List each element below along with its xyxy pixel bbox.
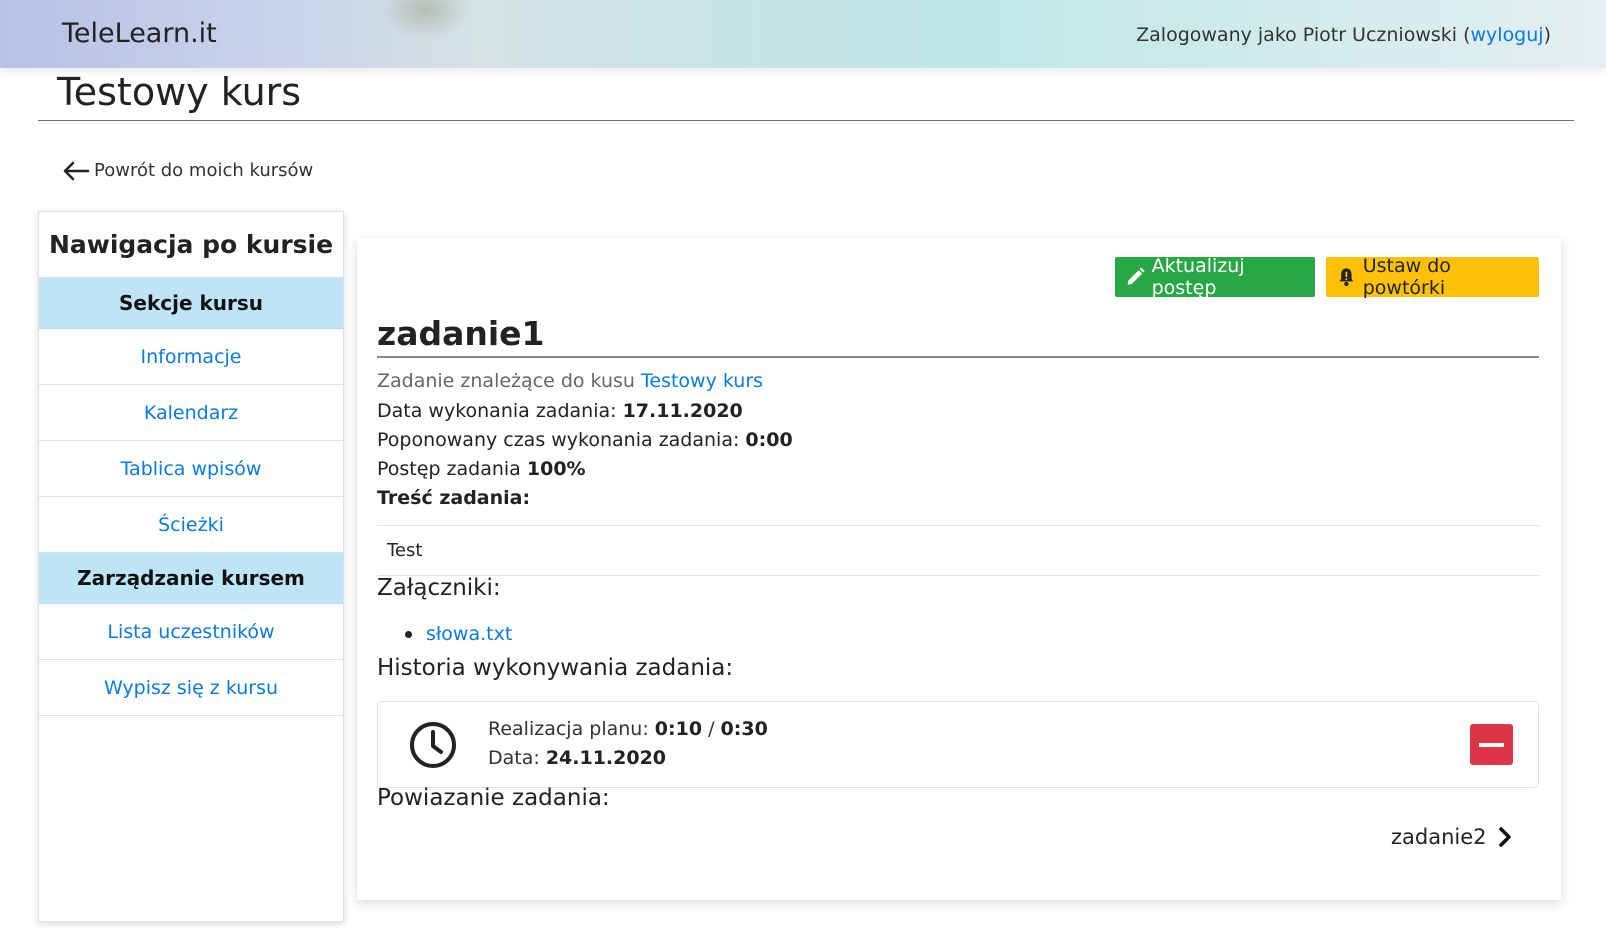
history-plan: Realizacja planu: 0:10 / 0:30 xyxy=(488,718,768,740)
update-progress-button[interactable]: Aktualizuj postęp xyxy=(1115,255,1315,299)
plan-total: 0:30 xyxy=(720,718,768,740)
plan-separator: / xyxy=(702,718,721,740)
course-title: Testowy kurs xyxy=(57,70,302,114)
related-tasks-heading: Powiazanie zadania: xyxy=(377,785,610,811)
sidebar-item-sciezki[interactable]: Ścieżki xyxy=(39,497,343,553)
update-progress-label: Aktualizuj postęp xyxy=(1151,255,1245,299)
progress-value: 100% xyxy=(526,458,586,480)
task-due-date: Data wykonania zadania: 17.11.2020 xyxy=(377,400,743,422)
sidebar-item-tablica-wpisow[interactable]: Tablica wpisów xyxy=(39,441,343,497)
next-task-label: zadanie2 xyxy=(1391,825,1487,849)
task-course-link[interactable]: Testowy kurs xyxy=(641,370,763,392)
logout-link[interactable]: wyloguj xyxy=(1471,24,1544,46)
clock-icon xyxy=(410,722,456,768)
planned-time-label: Poponowany czas wykonania zadania: xyxy=(377,429,746,451)
task-progress: Postęp zadania 100% xyxy=(377,458,586,480)
due-date-value: 17.11.2020 xyxy=(622,400,743,422)
login-info: Zalogowany jako Piotr Uczniowski (wylogu… xyxy=(1136,24,1551,46)
plan-label: Realizacja planu: xyxy=(488,718,655,740)
task-content-box: Test xyxy=(377,525,1539,576)
set-review-label: Ustaw do powtórki xyxy=(1362,255,1451,299)
back-to-courses-link[interactable]: Powrót do moich kursów xyxy=(62,160,313,181)
task-content-label: Treść zadania: xyxy=(377,487,531,509)
task-content-text: Test xyxy=(387,540,423,561)
attachment-item: słowa.txt xyxy=(405,623,512,645)
history-heading: Historia wykonywania zadania: xyxy=(377,655,734,681)
sidebar-item-wypisz-sie[interactable]: Wypisz się z kursu xyxy=(39,660,343,716)
minus-icon xyxy=(1479,742,1504,747)
title-divider xyxy=(38,120,1574,121)
login-text: Zalogowany jako Piotr Uczniowski ( xyxy=(1136,24,1471,46)
sidebar-item-kalendarz[interactable]: Kalendarz xyxy=(39,385,343,441)
brand-logo-text[interactable]: TeleLearn.it xyxy=(62,18,217,49)
task-course-prefix: Zadanie znależące do kusu xyxy=(377,370,641,392)
attachment-link[interactable]: słowa.txt xyxy=(426,623,512,645)
history-date-value: 24.11.2020 xyxy=(545,747,667,769)
planned-time-value: 0:00 xyxy=(745,429,793,451)
progress-label: Postęp zadania xyxy=(377,458,527,480)
sidebar-item-informacje[interactable]: Informacje xyxy=(39,329,343,385)
sidebar-section-course-management: Zarządzanie kursem xyxy=(39,553,343,604)
sidebar-item-lista-uczestnikow[interactable]: Lista uczestników xyxy=(39,604,343,660)
attachments-list: słowa.txt xyxy=(405,623,512,645)
attachments-heading: Załączniki: xyxy=(377,575,501,601)
arrow-left-icon xyxy=(63,161,90,180)
delete-history-button[interactable] xyxy=(1470,724,1513,765)
chevron-right-icon xyxy=(1498,827,1511,847)
task-course-info: Zadanie znależące do kusu Testowy kurs xyxy=(377,370,763,392)
due-date-label: Data wykonania zadania: xyxy=(377,400,623,422)
sidebar-section-course-sections: Sekcje kursu xyxy=(39,278,343,329)
set-review-button[interactable]: Ustaw do powtórki xyxy=(1326,255,1539,299)
top-navbar: TeleLearn.it Zalogowany jako Piotr Uczni… xyxy=(0,0,1606,68)
task-planned-time: Poponowany czas wykonania zadania: 0:00 xyxy=(377,429,793,451)
course-navigation-sidebar: Nawigacja po kursie Sekcje kursu Informa… xyxy=(38,211,344,922)
plan-done: 0:10 xyxy=(654,718,703,740)
history-date: Data: 24.11.2020 xyxy=(488,747,666,769)
task-title: zadanie1 xyxy=(377,314,545,353)
back-link-label: Powrót do moich kursów xyxy=(94,160,314,181)
task-title-divider xyxy=(377,356,1539,358)
history-date-label: Data: xyxy=(488,747,546,769)
login-suffix: ) xyxy=(1543,24,1551,46)
history-entry: Realizacja planu: 0:10 / 0:30 Data: 24.1… xyxy=(377,701,1539,788)
task-details-card: Aktualizuj postęp Ustaw do powtórki zada… xyxy=(357,238,1561,900)
bell-icon xyxy=(1339,268,1354,287)
pencil-icon xyxy=(1127,267,1145,285)
sidebar-title: Nawigacja po kursie xyxy=(39,212,343,278)
next-task-link[interactable]: zadanie2 xyxy=(1391,825,1513,849)
